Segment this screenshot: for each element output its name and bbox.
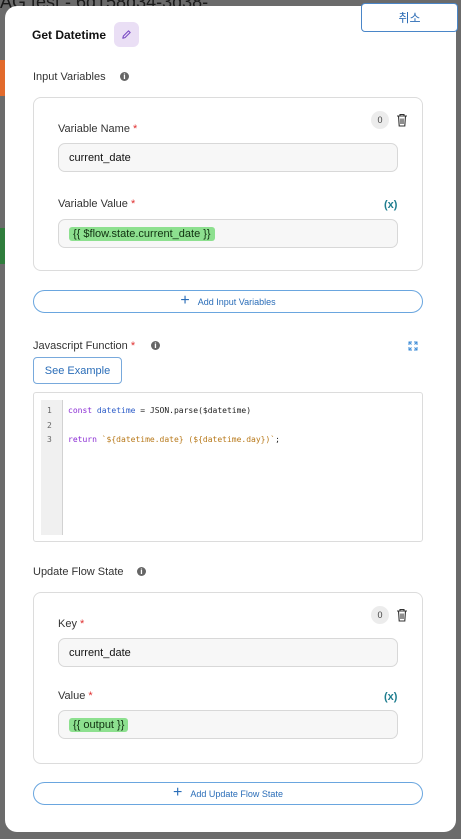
plus-icon: + — [180, 292, 190, 309]
variable-toggle-icon[interactable]: (x) — [384, 199, 397, 211]
input-variables-label: Input Variables — [33, 71, 106, 83]
pencil-icon — [122, 30, 131, 39]
variable-name-label: Variable Name * — [58, 123, 138, 135]
value-label: Value * — [58, 690, 93, 702]
dialog: Get Datetime Input Variables i 0 Variabl… — [5, 6, 456, 832]
info-icon: i — [120, 72, 129, 81]
value-input[interactable]: {{ output }} — [58, 710, 398, 739]
variable-value-input[interactable]: {{ $flow.state.current_date }} — [58, 219, 398, 248]
info-icon: i — [137, 567, 146, 576]
code-line: const datetime = JSON.parse($datetime) — [68, 406, 252, 415]
flow-state-card: 0 Key * current_date Value * (x) {{ outp… — [33, 592, 423, 764]
update-flow-state-label: Update Flow State — [33, 566, 124, 578]
javascript-function-label: Javascript Function * — [33, 340, 136, 352]
trash-icon[interactable] — [396, 113, 408, 127]
edit-title-button[interactable] — [114, 22, 139, 47]
dialog-title: Get Datetime — [32, 28, 107, 42]
info-icon: i — [151, 341, 160, 350]
expand-icon[interactable] — [408, 341, 418, 351]
key-label: Key * — [58, 618, 85, 630]
variable-name-input[interactable]: current_date — [58, 143, 398, 172]
key-input[interactable]: current_date — [58, 638, 398, 667]
line-number-gutter — [41, 400, 63, 535]
variable-chip: {{ $flow.state.current_date }} — [69, 226, 215, 241]
item-index-badge: 0 — [371, 606, 389, 624]
line-number: 3 — [47, 435, 52, 444]
item-index-badge: 0 — [371, 111, 389, 129]
trash-icon[interactable] — [396, 608, 408, 622]
input-variable-card: 0 Variable Name * current_date Variable … — [33, 97, 423, 271]
variable-chip: {{ output }} — [69, 717, 129, 732]
see-example-button[interactable]: See Example — [33, 357, 122, 384]
add-update-flow-state-button[interactable]: + Add Update Flow State — [33, 782, 423, 805]
code-editor[interactable]: 1 2 3 const datetime = JSON.parse($datet… — [33, 392, 423, 542]
variable-toggle-icon[interactable]: (x) — [384, 691, 397, 703]
add-input-variables-button[interactable]: + Add Input Variables — [33, 290, 423, 313]
code-line: return `${datetime.date} (${datetime.day… — [68, 435, 280, 444]
plus-icon: + — [173, 784, 183, 801]
variable-value-label: Variable Value * — [58, 198, 136, 210]
line-number: 1 — [47, 406, 52, 415]
line-number: 2 — [47, 421, 52, 430]
cancel-button[interactable]: 취소 — [361, 3, 458, 32]
